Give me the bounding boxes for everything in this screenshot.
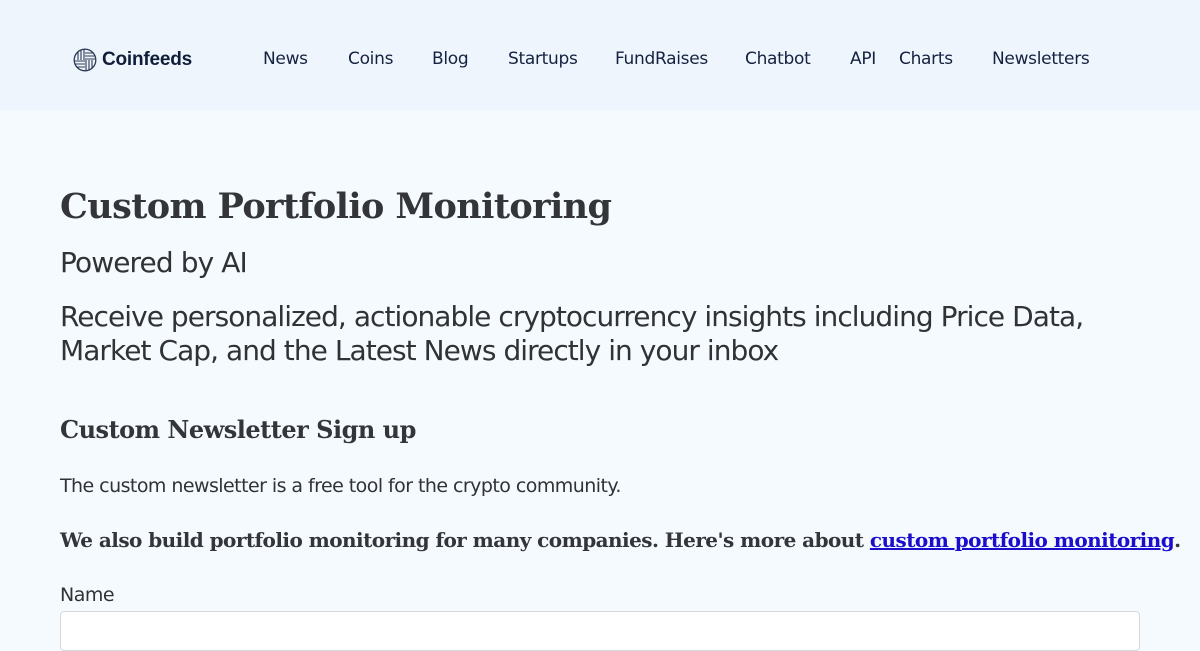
page-description: Receive personalized, actionable cryptoc… bbox=[60, 300, 1084, 367]
name-label: Name bbox=[60, 584, 115, 606]
nav-coins[interactable]: Coins bbox=[348, 48, 393, 70]
nav-charts[interactable]: Charts bbox=[899, 48, 953, 70]
coin-weave-icon bbox=[73, 48, 97, 72]
nav-blog[interactable]: Blog bbox=[432, 48, 469, 70]
page-subtitle: Powered by AI bbox=[60, 246, 248, 279]
promo-text: We also build portfolio monitoring for m… bbox=[60, 528, 870, 552]
portfolio-promo: We also build portfolio monitoring for m… bbox=[60, 528, 1181, 552]
custom-portfolio-monitoring-link[interactable]: custom portfolio monitoring bbox=[870, 528, 1175, 552]
promo-suffix: . bbox=[1174, 528, 1181, 552]
nav-chatbot[interactable]: Chatbot bbox=[745, 48, 811, 70]
nav-news[interactable]: News bbox=[263, 48, 308, 70]
logo-text: Coinfeeds bbox=[102, 49, 193, 70]
nav-startups[interactable]: Startups bbox=[508, 48, 578, 70]
nav-newsletters[interactable]: Newsletters bbox=[992, 48, 1090, 70]
nav-api[interactable]: API bbox=[850, 48, 876, 70]
nav-fundraises[interactable]: FundRaises bbox=[615, 48, 708, 70]
site-header: Coinfeeds News Coins Blog Startups FundR… bbox=[0, 0, 1200, 110]
free-tool-note: The custom newsletter is a free tool for… bbox=[60, 475, 621, 497]
logo-link[interactable]: Coinfeeds bbox=[73, 48, 192, 72]
page-title: Custom Portfolio Monitoring bbox=[60, 186, 612, 227]
name-input[interactable] bbox=[60, 611, 1140, 651]
signup-heading: Custom Newsletter Sign up bbox=[60, 415, 416, 444]
